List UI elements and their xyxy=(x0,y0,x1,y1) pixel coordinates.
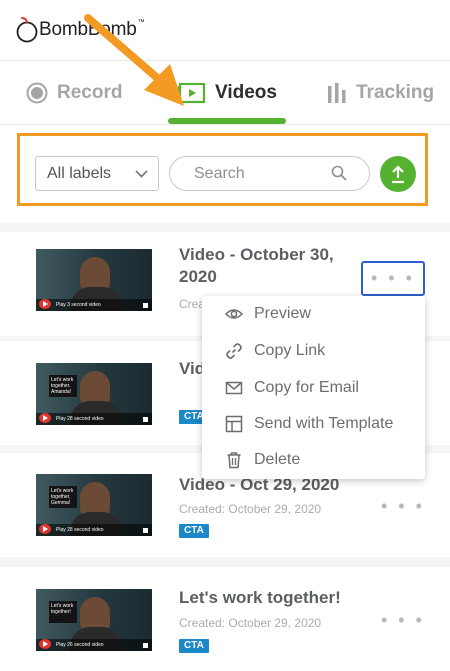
thumbnail-caption: Play 3 second video xyxy=(56,302,101,308)
thumbnail-caption: Play 26 second video xyxy=(56,642,104,648)
main-tabs: Record Videos Tracking xyxy=(0,60,450,125)
envelope-icon xyxy=(225,381,243,395)
menu-item-preview[interactable]: Preview xyxy=(202,296,425,332)
menu-item-copy-for-email[interactable]: Copy for Email xyxy=(202,370,425,406)
video-options-menu: Preview Copy Link Copy for Email Send wi… xyxy=(202,296,425,479)
play-icon xyxy=(39,524,51,534)
logo-bomb-icon xyxy=(16,17,38,43)
volume-icon xyxy=(143,417,148,422)
cta-badge: CTA xyxy=(179,524,209,538)
video-list-item[interactable]: Let's work together! Play 26 second vide… xyxy=(0,567,450,671)
chevron-down-icon xyxy=(135,170,148,178)
labels-select-value: All labels xyxy=(47,164,112,182)
tab-tracking[interactable]: Tracking xyxy=(327,61,434,125)
video-thumbnail[interactable]: Let's work together, Gemma! Play 28 seco… xyxy=(36,474,152,536)
tab-label: Tracking xyxy=(356,82,435,103)
labels-select[interactable]: All labels xyxy=(35,156,159,191)
volume-icon xyxy=(143,528,148,533)
app-header: BombBomb™ xyxy=(0,0,450,60)
menu-item-delete[interactable]: Delete xyxy=(202,442,425,478)
tab-label: Videos xyxy=(215,82,277,103)
bar-chart-icon xyxy=(327,82,347,104)
trash-icon xyxy=(227,452,241,469)
thumbnail-caption: Play 28 second video xyxy=(56,416,104,422)
video-thumbnail[interactable]: Play 3 second video xyxy=(36,249,152,311)
volume-icon xyxy=(143,303,148,308)
thumbnail-sign: Let's work together, Amanda! xyxy=(49,375,77,397)
thumbnail-sign: Let's work together, Gemma! xyxy=(49,486,77,508)
upload-icon xyxy=(392,165,404,184)
thumbnail-sign: Let's work together! xyxy=(49,601,77,623)
upload-button[interactable] xyxy=(380,156,416,192)
video-title[interactable]: Let's work together! xyxy=(179,587,341,609)
annotation-arrow-icon xyxy=(84,14,184,106)
play-icon xyxy=(39,299,51,309)
video-created-date: Created: October 29, 2020 xyxy=(179,616,322,630)
eye-icon xyxy=(225,309,243,319)
video-title[interactable]: Video - October 30, 2020 xyxy=(179,244,334,288)
play-icon xyxy=(39,639,51,649)
more-options-button[interactable]: • • • xyxy=(381,497,425,515)
video-created-date: Created: October 29, 2020 xyxy=(179,502,322,516)
cta-badge: CTA xyxy=(179,639,209,653)
more-options-button[interactable]: • • • xyxy=(381,611,425,629)
template-icon xyxy=(225,415,243,433)
video-thumbnail[interactable]: Let's work together! Play 26 second vide… xyxy=(36,589,152,651)
link-icon xyxy=(226,343,242,359)
menu-item-copy-link[interactable]: Copy Link xyxy=(202,333,425,369)
search-icon[interactable] xyxy=(331,165,347,181)
thumbnail-caption: Play 28 second video xyxy=(56,527,104,533)
video-thumbnail[interactable]: Let's work together, Amanda! Play 28 sec… xyxy=(36,363,152,425)
more-options-button-active[interactable]: • • • xyxy=(361,261,425,296)
volume-icon xyxy=(143,643,148,648)
play-icon xyxy=(39,413,51,423)
menu-item-send-with-template[interactable]: Send with Template xyxy=(202,406,425,442)
record-icon xyxy=(26,82,48,104)
